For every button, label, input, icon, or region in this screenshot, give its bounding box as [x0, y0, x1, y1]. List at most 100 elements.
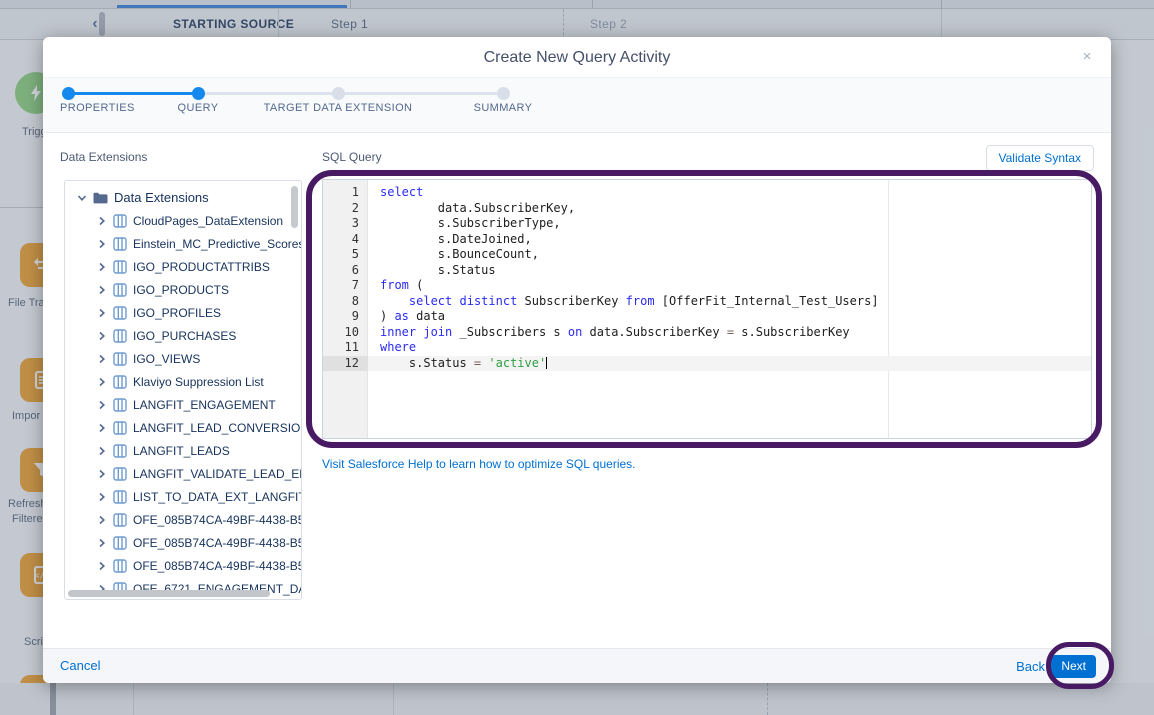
table-icon[interactable]: [113, 559, 127, 573]
table-icon[interactable]: [113, 306, 127, 320]
cancel-button[interactable]: Cancel: [60, 658, 100, 673]
chevron-right-icon[interactable]: [97, 239, 107, 249]
next-button[interactable]: Next: [1051, 655, 1096, 678]
table-icon[interactable]: [113, 467, 127, 481]
folder-icon[interactable]: [93, 192, 108, 204]
editor-line[interactable]: 8 select distinct SubscriberKey from [Of…: [323, 294, 1091, 310]
editor-line[interactable]: 4 s.DateJoined,: [323, 232, 1091, 248]
chevron-right-icon[interactable]: [97, 446, 107, 456]
chevron-right-icon[interactable]: [97, 469, 107, 479]
text-cursor: [546, 357, 547, 369]
table-icon[interactable]: [113, 375, 127, 389]
line-code: s.BounceCount,: [368, 247, 1091, 263]
tree-item[interactable]: LANGFIT_ENGAGEMENT: [65, 393, 301, 416]
chevron-down-icon[interactable]: [77, 193, 87, 203]
table-icon[interactable]: [113, 214, 127, 228]
tree-horizontal-scrollbar[interactable]: [68, 590, 270, 597]
table-icon[interactable]: [113, 421, 127, 435]
table-icon[interactable]: [113, 513, 127, 527]
chevron-right-icon[interactable]: [97, 377, 107, 387]
step-dot: [497, 87, 510, 100]
editor-line[interactable]: 7from (: [323, 278, 1091, 294]
tree-item-label: IGO_PRODUCTS: [133, 283, 229, 297]
chevron-right-icon[interactable]: [97, 492, 107, 502]
tree-rows: Data ExtensionsCloudPages_DataExtension E…: [65, 186, 301, 600]
chevron-right-icon[interactable]: [97, 561, 107, 571]
salesforce-help-link[interactable]: Visit Salesforce Help to learn how to op…: [322, 457, 636, 471]
table-icon[interactable]: [113, 329, 127, 343]
line-number: 6: [323, 263, 368, 279]
chevron-right-icon[interactable]: [97, 308, 107, 318]
line-code: select: [368, 185, 1091, 201]
tree-root-row[interactable]: Data Extensions: [65, 186, 301, 209]
tree-item[interactable]: CloudPages_DataExtension: [65, 209, 301, 232]
tree-item-label: LIST_TO_DATA_EXT_LANGFIT: [133, 490, 302, 504]
line-code: select distinct SubscriberKey from [Offe…: [368, 294, 1091, 310]
step-dot: [332, 87, 345, 100]
table-icon[interactable]: [113, 444, 127, 458]
tree-item-label: Einstein_MC_Predictive_Scores: [133, 237, 302, 251]
line-number: 11: [323, 340, 368, 356]
tree-item[interactable]: Einstein_MC_Predictive_Scores: [65, 232, 301, 255]
validate-syntax-button[interactable]: Validate Syntax: [986, 145, 1095, 171]
editor-line[interactable]: 10inner join _Subscribers s on data.Subs…: [323, 325, 1091, 341]
line-code: ) as data: [368, 309, 1091, 325]
data-extensions-tree: Data ExtensionsCloudPages_DataExtension E…: [64, 180, 302, 600]
sql-editor[interactable]: 1select2 data.SubscriberKey,3 s.Subscrib…: [322, 179, 1092, 439]
tree-item[interactable]: LANGFIT_LEADS: [65, 439, 301, 462]
tree-item-label: IGO_PRODUCTATTRIBS: [133, 260, 270, 274]
editor-line[interactable]: 5 s.BounceCount,: [323, 247, 1091, 263]
tree-item[interactable]: IGO_PURCHASES: [65, 324, 301, 347]
tree-item-label: LANGFIT_VALIDATE_LEAD_EMAIL_: [133, 467, 302, 481]
chevron-right-icon[interactable]: [97, 400, 107, 410]
editor-line[interactable]: 6 s.Status: [323, 263, 1091, 279]
editor-line[interactable]: 1select: [323, 185, 1091, 201]
editor-line[interactable]: 3 s.SubscriberType,: [323, 216, 1091, 232]
tree-item[interactable]: IGO_PROFILES: [65, 301, 301, 324]
back-button[interactable]: Back: [1016, 659, 1045, 674]
table-icon[interactable]: [113, 352, 127, 366]
editor-line[interactable]: 12 s.Status = 'active': [323, 356, 1091, 372]
table-icon[interactable]: [113, 283, 127, 297]
table-icon[interactable]: [113, 536, 127, 550]
tree-item[interactable]: IGO_VIEWS: [65, 347, 301, 370]
tree-item-label: LANGFIT_ENGAGEMENT: [133, 398, 276, 412]
close-icon[interactable]: ×: [1077, 47, 1097, 67]
editor-line[interactable]: 2 data.SubscriberKey,: [323, 201, 1091, 217]
tree-item[interactable]: IGO_PRODUCTS: [65, 278, 301, 301]
chevron-right-icon[interactable]: [97, 262, 107, 272]
line-number: 8: [323, 294, 368, 310]
editor-line[interactable]: 9) as data: [323, 309, 1091, 325]
table-icon[interactable]: [113, 260, 127, 274]
tree-item[interactable]: LANGFIT_LEAD_CONVERSION: [65, 416, 301, 439]
tree-item-label: OFE_085B74CA-49BF-4438-B566-: [133, 513, 302, 527]
tree-item-label: OFE_085B74CA-49BF-4438-B566-: [133, 559, 302, 573]
tree-item[interactable]: OFE_085B74CA-49BF-4438-B566-: [65, 531, 301, 554]
table-icon[interactable]: [113, 237, 127, 251]
table-icon[interactable]: [113, 490, 127, 504]
tree-item-label: IGO_PROFILES: [133, 306, 221, 320]
tree-item[interactable]: Klaviyo Suppression List: [65, 370, 301, 393]
modal-title: Create New Query Activity: [43, 49, 1111, 67]
tree-item[interactable]: IGO_PRODUCTATTRIBS: [65, 255, 301, 278]
line-code: data.SubscriberKey,: [368, 201, 1091, 217]
chevron-right-icon[interactable]: [97, 331, 107, 341]
chevron-right-icon[interactable]: [97, 423, 107, 433]
line-code: s.Status = 'active': [368, 356, 1091, 372]
chevron-right-icon[interactable]: [97, 515, 107, 525]
chevron-right-icon[interactable]: [97, 538, 107, 548]
chevron-right-icon[interactable]: [97, 354, 107, 364]
tree-item[interactable]: LIST_TO_DATA_EXT_LANGFIT: [65, 485, 301, 508]
tree-item[interactable]: OFE_085B74CA-49BF-4438-B566-: [65, 554, 301, 577]
tree-item-label: IGO_PURCHASES: [133, 329, 236, 343]
line-number: 12: [323, 356, 368, 372]
line-number: 10: [323, 325, 368, 341]
tree-item[interactable]: LANGFIT_VALIDATE_LEAD_EMAIL_: [65, 462, 301, 485]
editor-line[interactable]: 11where: [323, 340, 1091, 356]
tree-item[interactable]: OFE_085B74CA-49BF-4438-B566-: [65, 508, 301, 531]
chevron-right-icon[interactable]: [97, 285, 107, 295]
tree-vertical-scrollbar[interactable]: [291, 186, 298, 228]
table-icon[interactable]: [113, 398, 127, 412]
line-code: s.Status: [368, 263, 1091, 279]
chevron-right-icon[interactable]: [97, 216, 107, 226]
